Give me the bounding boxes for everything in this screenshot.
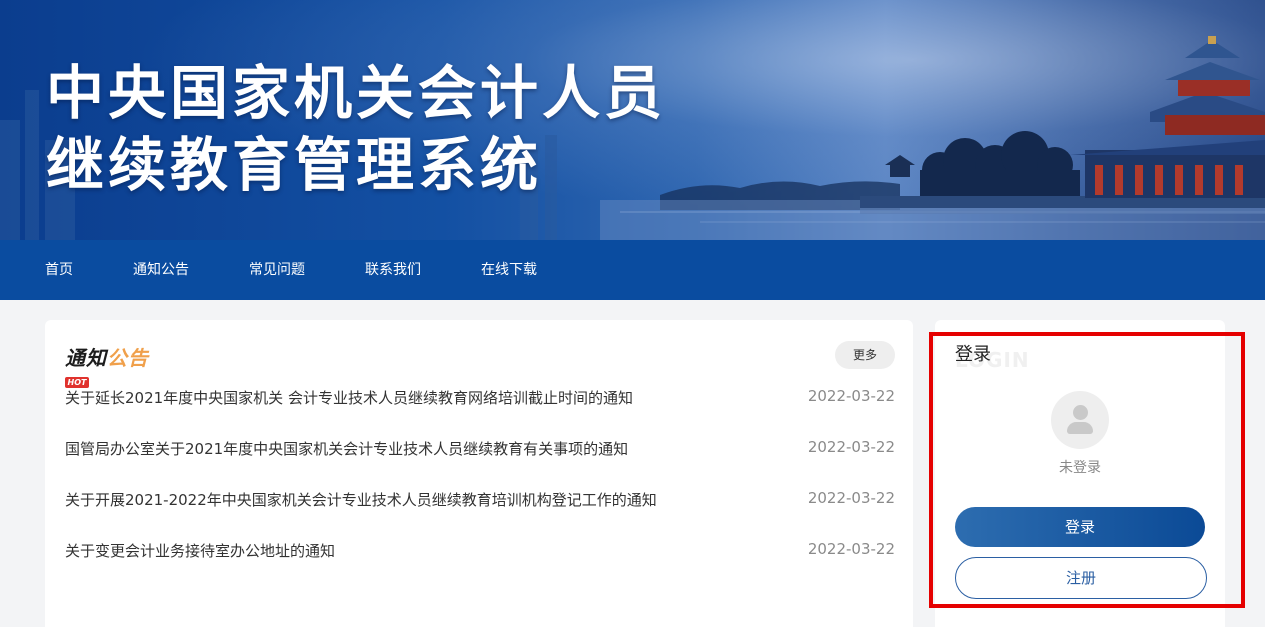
login-title: 登录: [955, 344, 991, 365]
notice-item-date: 2022-03-22: [807, 387, 895, 405]
notice-item-date: 2022-03-22: [807, 489, 895, 507]
notice-item-title[interactable]: 国管局办公室关于2021年度中央国家机关会计专业技术人员继续教育有关事项的通知: [65, 438, 628, 459]
nav-item-faq[interactable]: 常见问题: [249, 240, 305, 300]
notice-list: 关于延长2021年度中央国家机关 会计专业技术人员继续教育网络培训截止时间的通知…: [65, 382, 895, 586]
nav-item-home[interactable]: 首页: [45, 240, 73, 300]
register-button[interactable]: 注册: [955, 557, 1207, 599]
notice-panel: 通知公告 HOT 更多 关于延长2021年度中央国家机关 会计专业技术人员继续教…: [45, 320, 913, 627]
nav-item-notices[interactable]: 通知公告: [133, 240, 189, 300]
notice-heading-part2: 公告: [107, 346, 149, 370]
notice-item-date: 2022-03-22: [807, 438, 895, 456]
notice-heading-part1: 通知: [65, 346, 107, 370]
notice-item[interactable]: 关于延长2021年度中央国家机关 会计专业技术人员继续教育网络培训截止时间的通知…: [65, 382, 895, 433]
notice-item-date: 2022-03-22: [807, 540, 895, 558]
notice-item-title[interactable]: 关于延长2021年度中央国家机关 会计专业技术人员继续教育网络培训截止时间的通知: [65, 387, 633, 408]
notice-item-title[interactable]: 关于变更会计业务接待室办公地址的通知: [65, 540, 335, 561]
header-banner: 中央国家机关会计人员 继续教育管理系统: [0, 0, 1265, 240]
main-nav: 首页 通知公告 常见问题 联系我们 在线下载: [0, 240, 1265, 300]
notice-item[interactable]: 关于变更会计业务接待室办公地址的通知 2022-03-22: [65, 535, 895, 586]
login-button[interactable]: 登录: [955, 507, 1205, 547]
avatar: [1051, 391, 1109, 449]
login-status: 未登录: [1059, 460, 1101, 476]
notice-item[interactable]: 国管局办公室关于2021年度中央国家机关会计专业技术人员继续教育有关事项的通知 …: [65, 433, 895, 484]
system-title-line2: 继续教育管理系统: [46, 131, 543, 199]
nav-item-contact[interactable]: 联系我们: [365, 240, 421, 300]
notice-item[interactable]: 关于开展2021-2022年中央国家机关会计专业技术人员继续教育培训机构登记工作…: [65, 484, 895, 535]
login-panel: LOGIN 登录 未登录 登录 注册: [935, 320, 1225, 627]
nav-item-download[interactable]: 在线下载: [481, 240, 537, 300]
more-button[interactable]: 更多: [835, 341, 895, 369]
notice-heading: 通知公告: [65, 342, 149, 372]
notice-item-title[interactable]: 关于开展2021-2022年中央国家机关会计专业技术人员继续教育培训机构登记工作…: [65, 489, 657, 510]
